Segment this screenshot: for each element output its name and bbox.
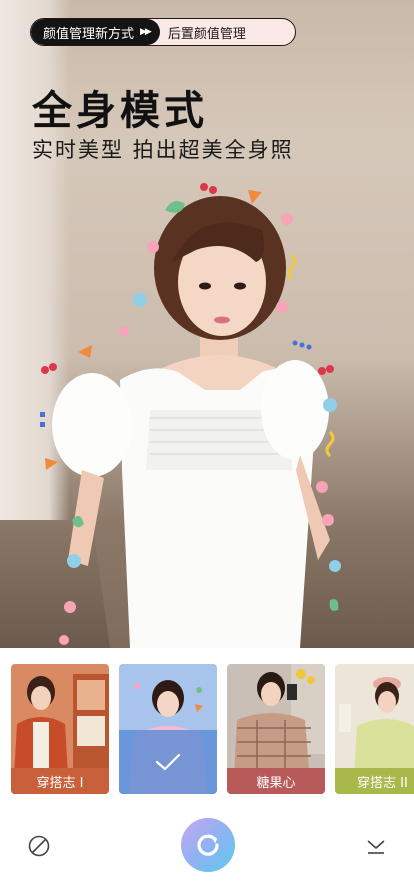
refresh-shutter-icon xyxy=(197,834,219,856)
hero-photo: 颜值管理新方式 ▶▶ 后置颜值管理 全身模式 实时美型 拍出超美全身照 xyxy=(0,0,414,648)
hero-title: 全身模式 xyxy=(32,88,208,134)
collapse-chevron-icon[interactable] xyxy=(361,831,391,861)
filter-card-candy[interactable]: 糖果心 xyxy=(227,664,325,794)
promo-right-label: 后置颜值管理 xyxy=(167,26,246,42)
filter-label: 穿搭志 I xyxy=(11,768,109,794)
no-filter-icon[interactable] xyxy=(24,831,54,861)
selected-overlay xyxy=(119,730,217,794)
promo-left-label: 颜值管理新方式 xyxy=(43,26,135,42)
filter-label: 糖果心 xyxy=(227,768,325,794)
promo-pill[interactable]: 颜值管理新方式 ▶▶ 后置颜值管理 xyxy=(30,18,296,46)
checkmark-icon xyxy=(155,753,181,771)
filter-card-outfit-1[interactable]: 穿搭志 I xyxy=(11,664,109,794)
double-arrow-icon: ▶▶ xyxy=(140,27,152,37)
hero-subtitle: 实时美型 拍出超美全身照 xyxy=(32,138,294,162)
shutter-button[interactable] xyxy=(181,818,235,872)
filter-label: 穿搭志 II xyxy=(335,768,414,794)
filter-card-selected[interactable] xyxy=(119,664,217,794)
promo-left-segment: 颜值管理新方式 ▶▶ xyxy=(31,19,160,45)
filter-card-outfit-2[interactable]: 穿搭志 II xyxy=(335,664,414,794)
